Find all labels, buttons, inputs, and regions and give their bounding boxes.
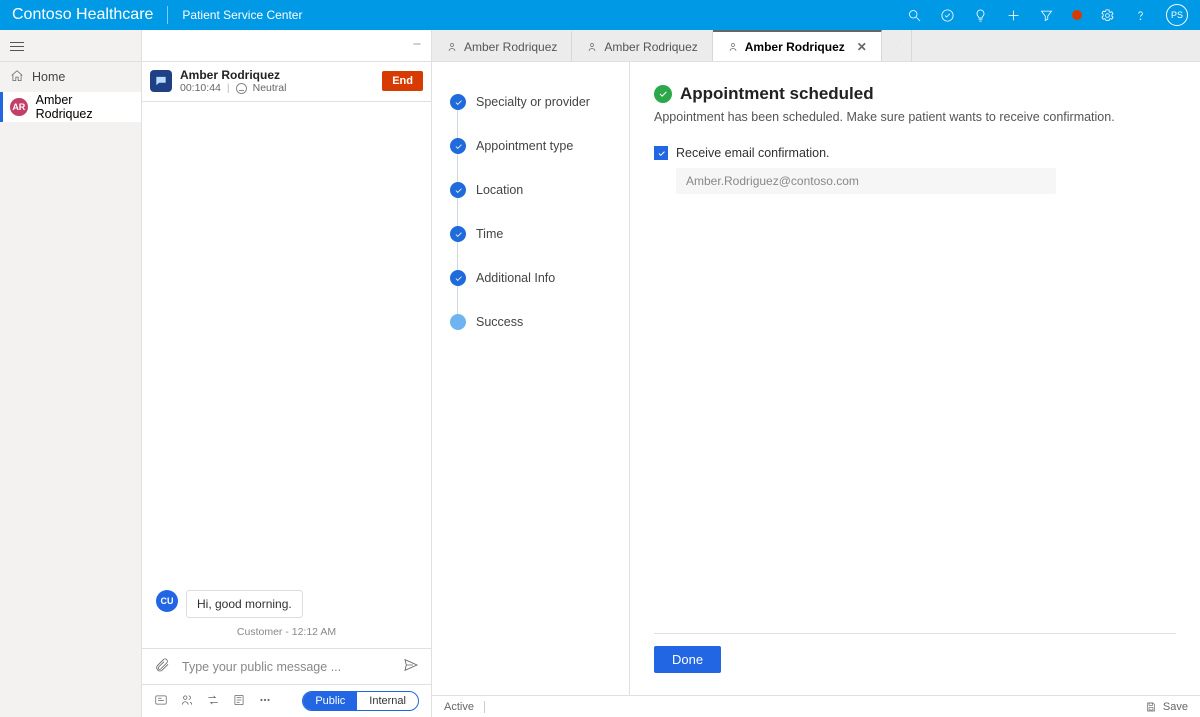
user-avatar[interactable]: PS [1166, 4, 1188, 26]
help-icon[interactable] [1133, 8, 1148, 23]
filter-icon[interactable] [1039, 8, 1054, 23]
home-icon [10, 69, 24, 86]
step-specialty[interactable]: Specialty or provider [450, 80, 617, 124]
tab-session-3[interactable]: Amber Rodriquez ✕ [713, 30, 882, 61]
step-done-icon [450, 270, 466, 286]
menu-icon[interactable] [10, 39, 24, 53]
step-done-icon [450, 138, 466, 154]
tab-label: Amber Rodriquez [745, 40, 845, 54]
confirm-checkbox[interactable] [654, 146, 668, 160]
message-input[interactable] [180, 659, 393, 675]
done-button[interactable]: Done [654, 646, 721, 673]
brand: Contoso Healthcare [12, 6, 168, 24]
add-icon[interactable] [1006, 8, 1021, 23]
sentiment-icon [236, 83, 247, 94]
attach-icon[interactable] [154, 657, 170, 676]
tab-label: Amber Rodriquez [604, 40, 697, 54]
save-button[interactable]: Save [1145, 701, 1188, 713]
confirm-checkbox-label: Receive email confirmation. [676, 146, 830, 160]
alert-dot[interactable] [1072, 10, 1082, 20]
settings-icon[interactable] [1100, 8, 1115, 23]
tab-label: Amber Rodriquez [464, 40, 557, 54]
success-check-icon [654, 85, 672, 103]
person-avatar-icon: AR [10, 98, 28, 116]
conversation-header: Amber Rodriquez 00:10:44 | Neutral End [142, 62, 431, 102]
message-avatar: CU [156, 590, 178, 612]
chat-channel-icon [150, 70, 172, 92]
email-field[interactable]: Amber.Rodriguez@contoso.com [676, 168, 1056, 194]
tab-new[interactable] [882, 30, 912, 61]
step-success[interactable]: Success [450, 300, 617, 344]
search-icon[interactable] [907, 8, 922, 23]
lightbulb-icon[interactable] [973, 8, 988, 23]
content-title: Appointment scheduled [680, 84, 874, 104]
nav-active-session[interactable]: AR Amber Rodriquez [0, 92, 141, 122]
message-bubble: Hi, good morning. [186, 590, 303, 618]
tab-session-1[interactable]: Amber Rodriquez [432, 30, 572, 61]
more-icon[interactable] [258, 693, 272, 710]
message-meta: Customer - 12:12 AM [156, 626, 417, 638]
task-check-icon[interactable] [940, 8, 955, 23]
transfer-icon[interactable] [206, 693, 220, 710]
nav-active-label: Amber Rodriquez [36, 93, 131, 121]
app-name: Patient Service Center [168, 8, 302, 22]
conversation-timer: 00:10:44 [180, 82, 221, 95]
nav-home[interactable]: Home [0, 62, 141, 92]
step-done-icon [450, 182, 466, 198]
step-done-icon [450, 94, 466, 110]
send-icon[interactable] [403, 657, 419, 676]
step-done-icon [450, 226, 466, 242]
minimize-icon[interactable] [411, 38, 423, 53]
visibility-toggle[interactable]: Public Internal [302, 691, 419, 711]
quick-reply-icon[interactable] [154, 693, 168, 710]
visibility-public[interactable]: Public [303, 692, 357, 710]
notes-icon[interactable] [232, 693, 246, 710]
conversation-sentiment: Neutral [253, 82, 287, 95]
status-active: Active [444, 701, 474, 713]
end-button[interactable]: End [382, 71, 423, 91]
close-icon[interactable]: ✕ [857, 40, 867, 54]
step-location[interactable]: Location [450, 168, 617, 212]
visibility-internal[interactable]: Internal [357, 692, 418, 710]
step-time[interactable]: Time [450, 212, 617, 256]
tab-session-2[interactable]: Amber Rodriquez [572, 30, 712, 61]
nav-home-label: Home [32, 70, 65, 84]
save-label: Save [1163, 701, 1188, 713]
step-additional-info[interactable]: Additional Info [450, 256, 617, 300]
step-appointment-type[interactable]: Appointment type [450, 124, 617, 168]
content-subtitle: Appointment has been scheduled. Make sur… [654, 110, 1176, 124]
step-current-icon [450, 314, 466, 330]
consult-icon[interactable] [180, 693, 194, 710]
conversation-name: Amber Rodriquez [180, 68, 374, 82]
